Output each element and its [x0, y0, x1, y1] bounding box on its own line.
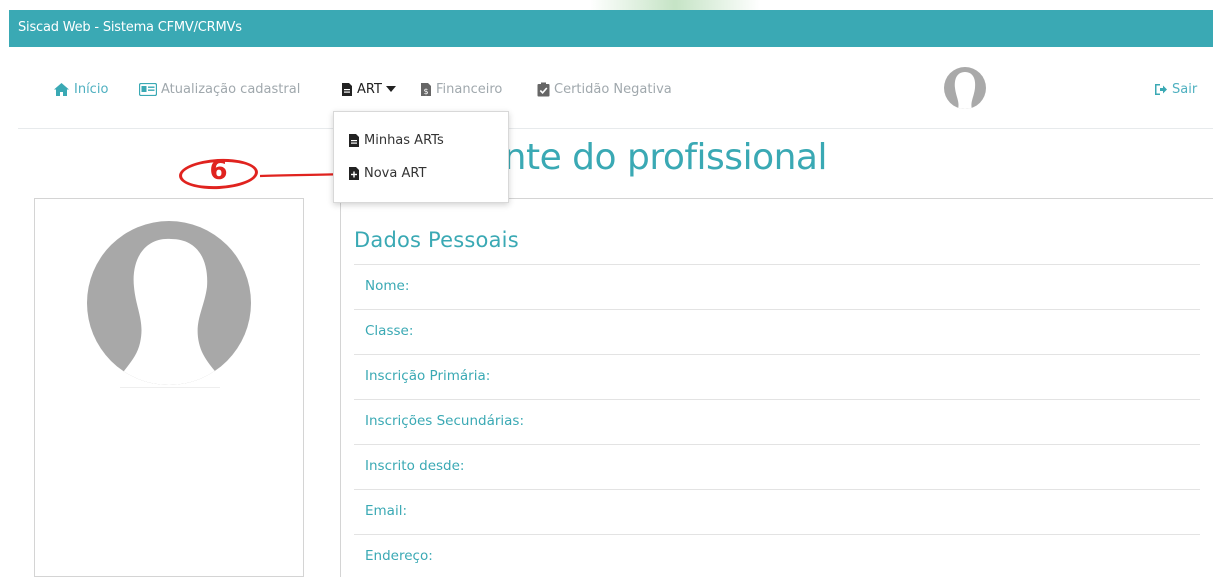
field-label-endereco: Endereço:: [365, 548, 433, 564]
field-label-inscricoes-secundarias: Inscrições Secundárias:: [365, 413, 525, 429]
sign-out-icon: [1154, 83, 1168, 96]
menu-item-nova-art[interactable]: Nova ART: [348, 163, 426, 183]
nav-label-art: ART: [357, 81, 382, 97]
field-row-inscricao-primaria: Inscrição Primária:: [354, 354, 1200, 399]
money-file-icon: $: [420, 82, 432, 97]
nav-label-inicio: Início: [74, 81, 109, 97]
field-label-classe: Classe:: [365, 323, 414, 339]
field-row-endereco: Endereço:: [354, 534, 1200, 579]
clipboard-check-icon: [537, 82, 550, 97]
nav-label-certidao-negativa: Certidão Negativa: [554, 81, 672, 97]
chevron-down-icon: [385, 86, 396, 92]
field-label-inscrito-desde: Inscrito desde:: [365, 458, 465, 474]
section-title-dados-pessoais: Dados Pessoais: [354, 228, 519, 252]
user-silhouette-icon: [954, 72, 976, 109]
annotation-step-number: 6: [209, 156, 228, 186]
file-icon: [341, 82, 353, 97]
nav-item-financeiro[interactable]: $ Financeiro: [420, 79, 502, 99]
field-row-email: Email:: [354, 489, 1200, 534]
field-label-inscricao-primaria: Inscrição Primária:: [365, 368, 491, 384]
app-title-bar: Siscad Web - Sistema CFMV/CRMVs: [9, 10, 1213, 47]
home-icon: [53, 82, 70, 97]
field-row-nome: Nome:: [354, 264, 1200, 309]
app-title: Siscad Web - Sistema CFMV/CRMVs: [18, 20, 242, 35]
logout-label: Sair: [1172, 81, 1198, 97]
field-row-inscrito-desde: Inscrito desde:: [354, 444, 1200, 489]
logout-link[interactable]: Sair: [1154, 79, 1197, 99]
file-icon: [348, 133, 360, 148]
menu-item-minhas-arts[interactable]: Minhas ARTs: [348, 130, 444, 150]
avatar[interactable]: [944, 67, 986, 109]
menu-item-minhas-arts-label: Minhas ARTs: [364, 132, 444, 148]
user-silhouette-icon: [115, 238, 225, 385]
nav-label-atualizacao-cadastral: Atualização cadastral: [161, 81, 301, 97]
art-dropdown-menu: Minhas ARTs Nova ART: [333, 111, 509, 203]
svg-text:$: $: [423, 87, 428, 96]
menu-item-nova-art-label: Nova ART: [364, 165, 427, 181]
nav-item-inicio[interactable]: Início: [53, 79, 108, 99]
field-label-nome: Nome:: [365, 278, 410, 294]
navbar-divider: [18, 128, 1213, 129]
photo-caption: [120, 387, 220, 388]
page-title: ente do profissional: [482, 137, 827, 178]
field-row-classe: Classe:: [354, 309, 1200, 354]
profile-photo: [87, 221, 251, 385]
nav-item-art[interactable]: ART: [341, 79, 396, 99]
field-label-email: Email:: [365, 503, 408, 519]
nav-item-certidao-negativa[interactable]: Certidão Negativa: [537, 79, 672, 99]
field-row-inscricoes-secundarias: Inscrições Secundárias:: [354, 399, 1200, 444]
nav-label-financeiro: Financeiro: [436, 81, 503, 97]
file-plus-icon: [348, 166, 360, 181]
nav-item-atualizacao-cadastral[interactable]: Atualização cadastral: [139, 79, 300, 99]
id-card-icon: [139, 82, 157, 96]
